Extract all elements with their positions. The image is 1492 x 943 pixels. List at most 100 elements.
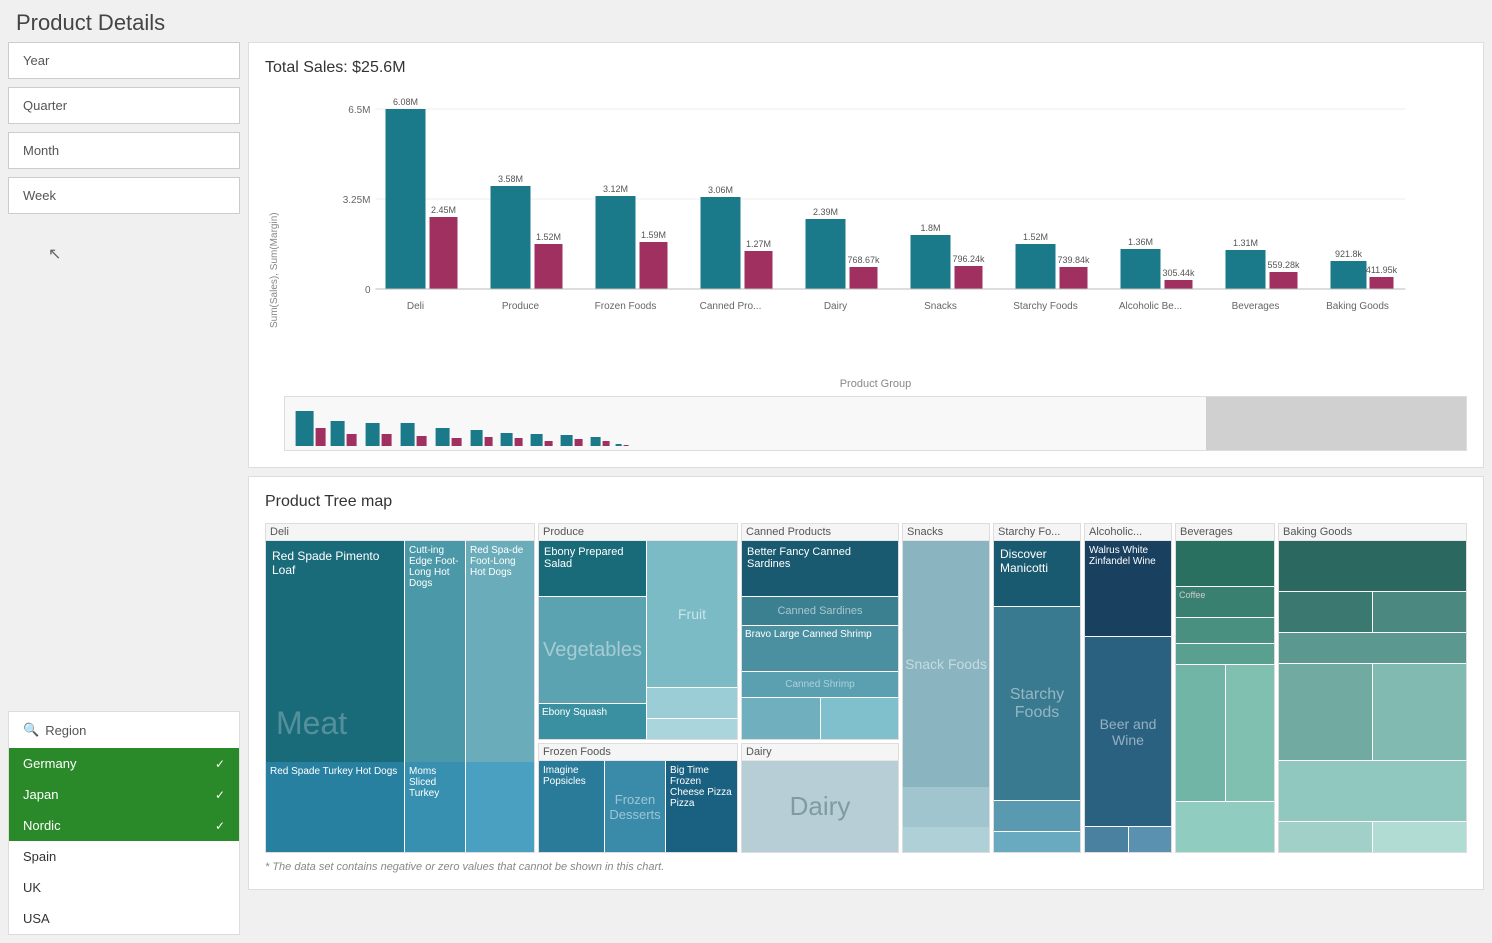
tm-canned-extras [742,698,898,739]
region-item-spain[interactable]: Spain [9,841,239,872]
scrollbar-handle[interactable] [1206,397,1466,450]
filter-week[interactable]: Week [8,177,240,214]
svg-text:Snacks: Snacks [924,301,957,312]
tm-baking-ex2 [1373,664,1466,760]
tm-cutting-edge: Cutt-ing Edge Foot-Long Hot Dogs [405,541,465,762]
tm-deli-bottom: Red Spade Turkey Hot Dogs Moms Sliced Tu… [266,762,534,852]
filter-month[interactable]: Month [8,132,240,169]
cursor-area: ↖ [8,214,240,703]
svg-text:2.39M: 2.39M [813,207,838,217]
filter-quarter[interactable]: Quarter [8,87,240,124]
svg-text:3.25M: 3.25M [343,195,371,206]
tm-alcoholic-body: Walrus White Zinfandel Wine Beer and Win… [1085,541,1171,852]
tm-big-time-pizza: Big Time Frozen Cheese PizzaPizza [666,761,737,852]
tm-vegetables: Vegetables [539,597,646,703]
tm-baking-row5 [1279,822,1466,852]
chart-svg-container: 6.5M 3.25M 0 6.08M 2.45M Deli 3.58M [284,89,1467,451]
tm-baking-5a [1279,822,1372,852]
tm-red-spade-pimento: Red Spade Pimento Loaf Meat [266,541,404,762]
svg-text:Alcoholic Be...: Alcoholic Be... [1119,301,1182,312]
filter-section: Year Quarter Month Week [8,42,240,214]
svg-text:Baking Goods: Baking Goods [1326,301,1389,312]
tm-deli-top: Red Spade Pimento Loaf Meat Cutt-ing Edg… [266,541,534,762]
tm-frozen-label: Frozen Foods [539,744,737,761]
svg-text:3.12M: 3.12M [603,184,628,194]
svg-text:559.28k: 559.28k [1267,260,1300,270]
tm-baking-2b [1373,592,1466,632]
tm-canned-body: Better Fancy Canned Sardines Canned Sard… [742,541,898,739]
tm-snacks-label: Snacks [903,524,989,541]
region-label: Region [45,723,86,738]
y-axis-label: Sum(Sales), Sum(Margin) [265,89,284,451]
svg-text:Dairy: Dairy [824,301,847,312]
tm-canned-label: Canned Products [742,524,898,541]
svg-text:Frozen Foods: Frozen Foods [595,301,657,312]
tm-bravo-shrimp: Bravo Large Canned Shrimp [742,626,898,671]
tm-bev-2: Coffee [1176,587,1274,617]
tm-snacks-extra2 [903,827,989,852]
region-item-japan[interactable]: Japan ✓ [9,779,239,810]
tm-baking-body [1279,541,1466,852]
region-section: 🔍 Region Germany ✓ Japan ✓ Nordic ✓ Spai… [8,711,240,935]
tm-deli-extra [466,762,534,852]
treemap-title: Product Tree map [265,493,1467,511]
tm-canned-ex1 [742,698,820,739]
tm-baking-4 [1279,761,1466,821]
tm-moms-turkey: Moms Sliced Turkey [405,762,465,852]
tm-starchy-extra [994,801,1080,831]
tm-canned-shrimp: Canned Shrimp [742,672,898,697]
checkmark-germany: ✓ [215,757,225,771]
svg-text:6.08M: 6.08M [393,97,418,107]
tm-produce-label: Produce [539,524,737,541]
svg-text:305.44k: 305.44k [1162,268,1195,278]
tm-canned-sardines: Canned Sardines [742,597,898,625]
chart-scrollbar[interactable] [284,396,1467,451]
tm-imagine-popsicles: Imagine Popsicles [539,761,604,852]
tm-frozen: Frozen Foods Imagine Popsicles Frozen De… [538,743,738,853]
tm-bev-4 [1176,644,1274,664]
region-germany-label: Germany [23,756,76,771]
tm-dairy-body: Dairy [742,761,898,852]
tm-walrus-wine: Walrus White Zinfandel Wine [1085,541,1171,636]
tm-snacks-extra [903,787,989,827]
tm-canned-dairy: Canned Products Better Fancy Canned Sard… [741,523,899,853]
region-item-germany[interactable]: Germany ✓ [9,748,239,779]
svg-text:3.06M: 3.06M [708,185,733,195]
region-item-usa[interactable]: USA [9,903,239,934]
tm-beer-wine: Beer and Wine [1085,637,1171,826]
tm-baking-bottom [1279,664,1466,760]
search-icon: 🔍 [23,722,39,738]
x-axis-label: Product Group [284,378,1467,390]
tm-produce-extra [647,688,737,718]
svg-text:739.84k: 739.84k [1057,255,1090,265]
region-usa-label: USA [23,911,50,926]
tm-fancy-sardines: Better Fancy Canned Sardines [742,541,898,596]
page-container: Product Details Year Quarter Month Week … [0,0,1492,943]
region-header: 🔍 Region [9,712,239,748]
tm-dairy-label: Dairy [742,744,898,761]
svg-text:1.31M: 1.31M [1233,238,1258,248]
tm-baking-row2 [1279,592,1466,632]
tm-red-spade2: Red Spa-de Foot-Long Hot Dogs [466,541,534,762]
tm-canned-ex2 [821,698,899,739]
svg-text:1.27M: 1.27M [746,239,771,249]
right-panel: Total Sales: $25.6M Sum(Sales), Sum(Marg… [248,42,1484,935]
tm-canned: Canned Products Better Fancy Canned Sard… [741,523,899,740]
tm-beverages-body: Coffee [1176,541,1274,852]
region-item-nordic[interactable]: Nordic ✓ [9,810,239,841]
svg-text:1.36M: 1.36M [1128,237,1153,247]
checkmark-nordic: ✓ [215,819,225,833]
tm-baking-ex1 [1279,664,1372,760]
svg-text:Starchy Foods: Starchy Foods [1013,301,1077,312]
chart-panel: Total Sales: $25.6M Sum(Sales), Sum(Marg… [248,42,1484,468]
bar-chart-svg: 6.5M 3.25M 0 6.08M 2.45M Deli 3.58M [284,89,1467,379]
tm-bev-5 [1176,802,1274,852]
tm-ebony-prepared: Ebony Prepared Salad [539,541,646,596]
svg-text:1.8M: 1.8M [920,223,940,233]
tm-alc-ex2 [1129,827,1172,852]
region-item-uk[interactable]: UK [9,872,239,903]
svg-text:6.5M: 6.5M [348,105,370,116]
filter-year[interactable]: Year [8,42,240,79]
tm-deli: Deli Red Spade Pimento Loaf Meat Cutt-in… [265,523,535,853]
svg-text:796.24k: 796.24k [952,254,985,264]
